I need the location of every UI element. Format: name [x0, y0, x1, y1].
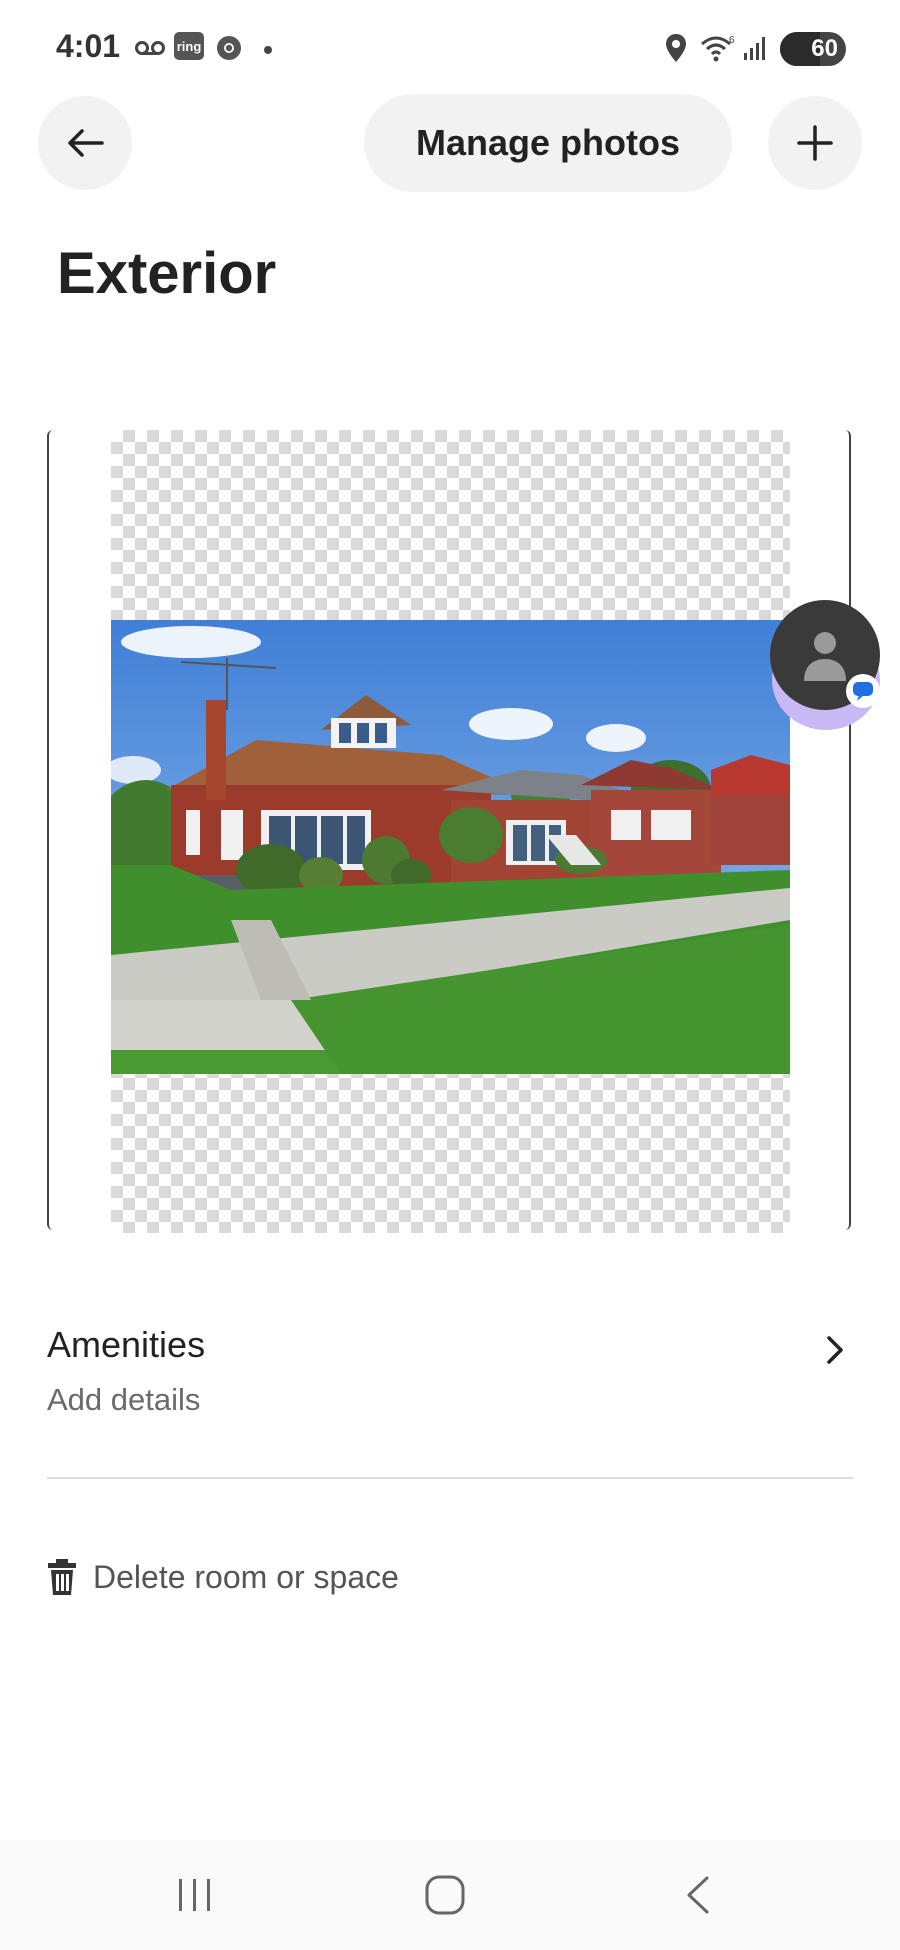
- status-time: 4:01: [56, 28, 121, 64]
- recents-icon[interactable]: [165, 1870, 225, 1920]
- svg-text:6: 6: [729, 35, 735, 46]
- wifi-icon: 6: [700, 32, 736, 64]
- system-nav-bar: [0, 1840, 900, 1950]
- home-icon[interactable]: [415, 1870, 475, 1920]
- location-icon: [664, 32, 688, 64]
- amenities-subtitle: Add details: [47, 1382, 201, 1417]
- manage-photos-button[interactable]: Manage photos: [364, 94, 732, 192]
- trash-icon: [47, 1557, 81, 1597]
- house-photo[interactable]: [111, 620, 790, 1074]
- notification-dot: [264, 46, 272, 54]
- chevron-right-icon: [825, 1334, 845, 1371]
- divider: [47, 1477, 853, 1479]
- back-button[interactable]: [38, 96, 132, 190]
- amenities-row[interactable]: Amenities Add details: [47, 1320, 853, 1430]
- back-icon[interactable]: [668, 1870, 728, 1920]
- add-button[interactable]: [768, 96, 862, 190]
- delete-room-label: Delete room or space: [93, 1558, 399, 1595]
- delete-room-button[interactable]: Delete room or space: [47, 1552, 399, 1602]
- plus-icon: [797, 125, 833, 161]
- message-icon: [846, 674, 880, 708]
- page-title: Exterior: [57, 241, 277, 306]
- chrome-icon: [214, 32, 244, 64]
- arrow-left-icon: [68, 129, 104, 157]
- battery-level: 60: [811, 35, 838, 62]
- chat-head[interactable]: [770, 600, 880, 730]
- amenities-title: Amenities: [47, 1324, 206, 1365]
- ring-icon: ring: [174, 32, 204, 60]
- signal-icon: [742, 32, 770, 64]
- battery-icon: 60: [780, 32, 846, 66]
- voicemail-icon: [134, 32, 166, 64]
- status-bar: 4:01 ring 6 60: [0, 0, 900, 90]
